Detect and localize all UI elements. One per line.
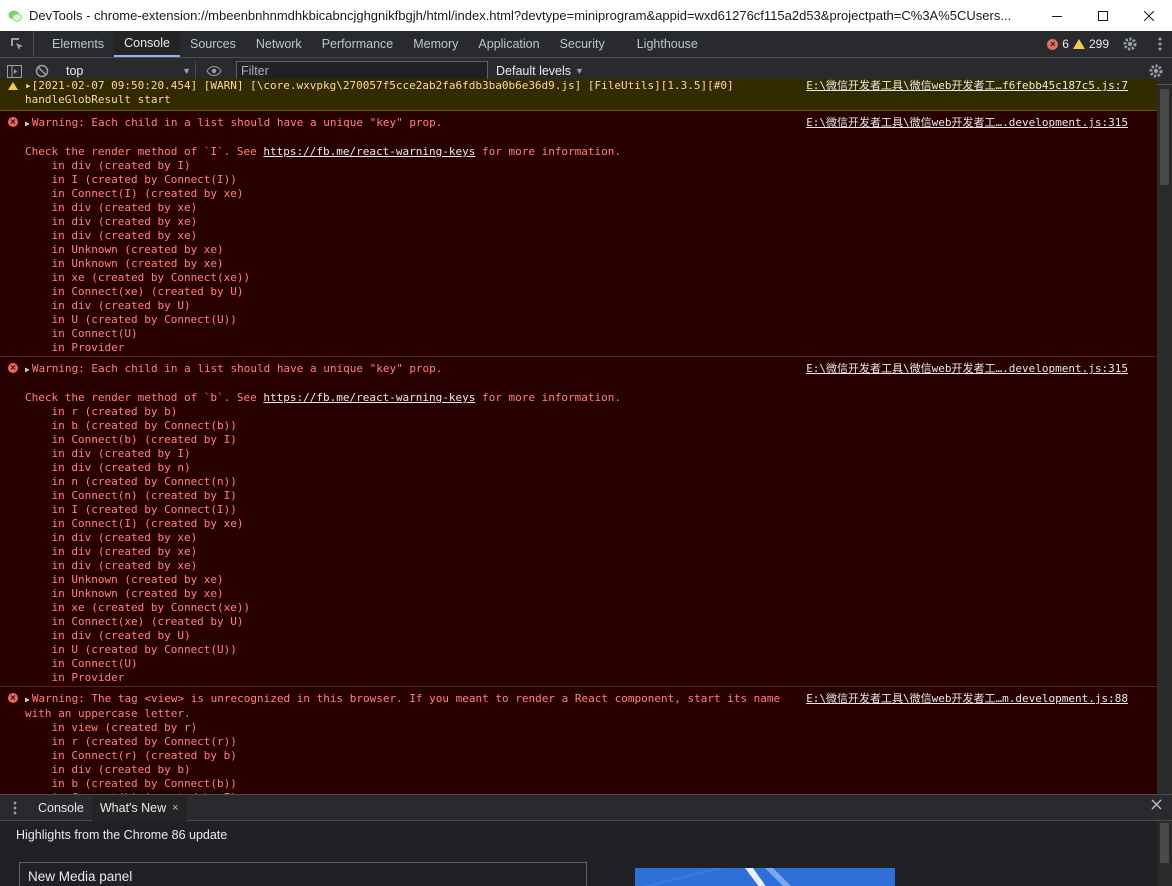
scrollbar-thumb[interactable] <box>1160 89 1169 185</box>
console-error-message[interactable]: × ▶ Warning: Each child in a list should … <box>0 357 1157 687</box>
drawer-tab-console[interactable]: Console <box>30 795 92 821</box>
console-warning-message[interactable]: ▸[2021-02-07 09:50:20.454] [WARN] [\core… <box>0 79 1157 111</box>
drawer-tab-whats-new-label: What's New <box>99 800 167 815</box>
inspect-element-button[interactable] <box>0 31 34 57</box>
more-options-icon[interactable] <box>1158 36 1162 55</box>
react-warning-keys-link[interactable]: https://fb.me/react-warning-keys <box>263 145 475 158</box>
component-stack: in div (created by I) in I (created by C… <box>51 159 251 354</box>
chevron-down-icon: ▼ <box>575 66 584 76</box>
drawer-tab-bar: Console What's New × <box>0 794 1172 821</box>
error-icon: × <box>8 693 18 703</box>
close-drawer-icon[interactable] <box>1151 799 1162 813</box>
minimize-icon <box>1052 15 1062 17</box>
tab-security[interactable]: Security <box>550 31 615 57</box>
expand-triangle-icon[interactable]: ▶ <box>25 695 30 704</box>
source-link[interactable]: E:\微信开发者工具\微信web开发者工….development.js:315 <box>806 116 1128 130</box>
tab-performance[interactable]: Performance <box>312 31 404 57</box>
log-levels-dropdown[interactable]: Default levels ▼ <box>496 64 584 78</box>
whats-new-panel: Highlights from the Chrome 86 update New… <box>0 821 1172 886</box>
highlights-heading: Highlights from the Chrome 86 update <box>16 828 228 842</box>
window-title: DevTools - chrome-extension://mbeenbnhnm… <box>29 8 1012 23</box>
close-tab-icon[interactable]: × <box>172 802 178 814</box>
maximize-icon <box>1098 10 1108 21</box>
error-headline: Warning: Each child in a list should hav… <box>31 362 443 375</box>
error-count: 6 <box>1062 37 1069 51</box>
error-headline: Warning: Each child in a list should hav… <box>31 116 443 129</box>
tab-console[interactable]: Console <box>114 31 180 57</box>
error-body: ▶ Warning: Each child in a list should ha… <box>0 362 1157 685</box>
source-link[interactable]: E:\微信开发者工具\微信web开发者工…f6febb45c187c5.js:7 <box>806 79 1128 93</box>
expand-triangle-icon[interactable]: ▶ <box>25 119 30 128</box>
check-prefix: Check the render method of `b`. See <box>25 391 264 404</box>
drawer-scrollbar-thumb[interactable] <box>1160 823 1169 863</box>
context-label: top <box>66 64 84 78</box>
error-icon: × <box>8 363 18 373</box>
console-messages[interactable]: ▸[2021-02-07 09:50:20.454] [WARN] [\core… <box>0 79 1157 794</box>
drawer-tab-whats-new[interactable]: What's New × <box>91 794 187 821</box>
log-levels-label: Default levels <box>496 64 572 78</box>
minimize-button[interactable] <box>1034 0 1080 31</box>
close-window-button[interactable] <box>1126 0 1172 31</box>
check-prefix: Check the render method of `I`. See <box>25 145 264 158</box>
source-link[interactable]: E:\微信开发者工具\微信web开发者工…m.development.js:88 <box>806 692 1128 706</box>
inspect-cursor-icon <box>10 38 23 50</box>
wechat-devtools-app-icon <box>7 8 23 24</box>
devtools-tab-bar: Elements Console Sources Network Perform… <box>0 31 1172 58</box>
warning-line-1: ▸[2021-02-07 09:50:20.454] [WARN] [\core… <box>25 79 734 92</box>
component-stack: in view (created by r) in r (created by … <box>51 721 237 794</box>
error-icon: × <box>1047 38 1059 50</box>
promo-image <box>635 868 895 886</box>
window-title-bar: DevTools - chrome-extension://mbeenbnhnm… <box>0 0 1172 31</box>
error-body: ▶ Warning: Each child in a list should ha… <box>0 116 1157 355</box>
warning-icon <box>8 82 18 90</box>
new-media-panel-item[interactable]: New Media panel <box>19 862 587 886</box>
sidebar-toggle-icon <box>6 64 22 78</box>
chevron-down-icon: ▼ <box>182 66 191 76</box>
close-icon <box>1144 10 1154 21</box>
warning-icon <box>1072 39 1085 49</box>
tab-elements[interactable]: Elements <box>42 31 114 57</box>
console-error-message[interactable]: × ▶ Warning: Each child in a list should … <box>0 111 1157 357</box>
eye-icon <box>206 66 222 76</box>
component-stack: in r (created by b) in b (created by Con… <box>51 405 251 684</box>
tab-application[interactable]: Application <box>468 31 549 57</box>
tab-lighthouse[interactable]: Lighthouse <box>627 31 708 57</box>
clear-circle-icon <box>35 64 49 78</box>
console-scrollbar[interactable] <box>1157 85 1172 794</box>
expand-triangle-icon[interactable]: ▶ <box>25 365 30 374</box>
warning-count: 299 <box>1088 37 1109 51</box>
tab-network[interactable]: Network <box>246 31 312 57</box>
error-icon: × <box>8 117 18 127</box>
check-suffix: for more information. <box>475 391 622 404</box>
issue-counts[interactable]: × 6 299 <box>1047 37 1109 51</box>
tab-memory[interactable]: Memory <box>403 31 468 57</box>
console-error-message[interactable]: × ▶ Warning: The tag <view> is unrecogniz… <box>0 687 1157 794</box>
warning-line-2: handleGlobResult start <box>25 93 171 106</box>
settings-gear-icon[interactable] <box>1122 36 1138 55</box>
context-selector[interactable]: top ▼ <box>62 61 196 81</box>
drawer-menu-icon[interactable] <box>0 795 30 821</box>
drawer-scrollbar[interactable] <box>1157 821 1172 886</box>
react-warning-keys-link[interactable]: https://fb.me/react-warning-keys <box>263 391 475 404</box>
error-line-2: with an uppercase letter. <box>25 707 191 720</box>
maximize-button[interactable] <box>1080 0 1126 31</box>
error-body: ▶ Warning: The tag <view> is unrecognized… <box>0 692 1157 794</box>
source-link[interactable]: E:\微信开发者工具\微信web开发者工….development.js:315 <box>806 362 1128 376</box>
error-headline: Warning: The tag <view> is unrecognized … <box>31 692 781 705</box>
tab-sources[interactable]: Sources <box>180 31 246 57</box>
check-suffix: for more information. <box>475 145 622 158</box>
